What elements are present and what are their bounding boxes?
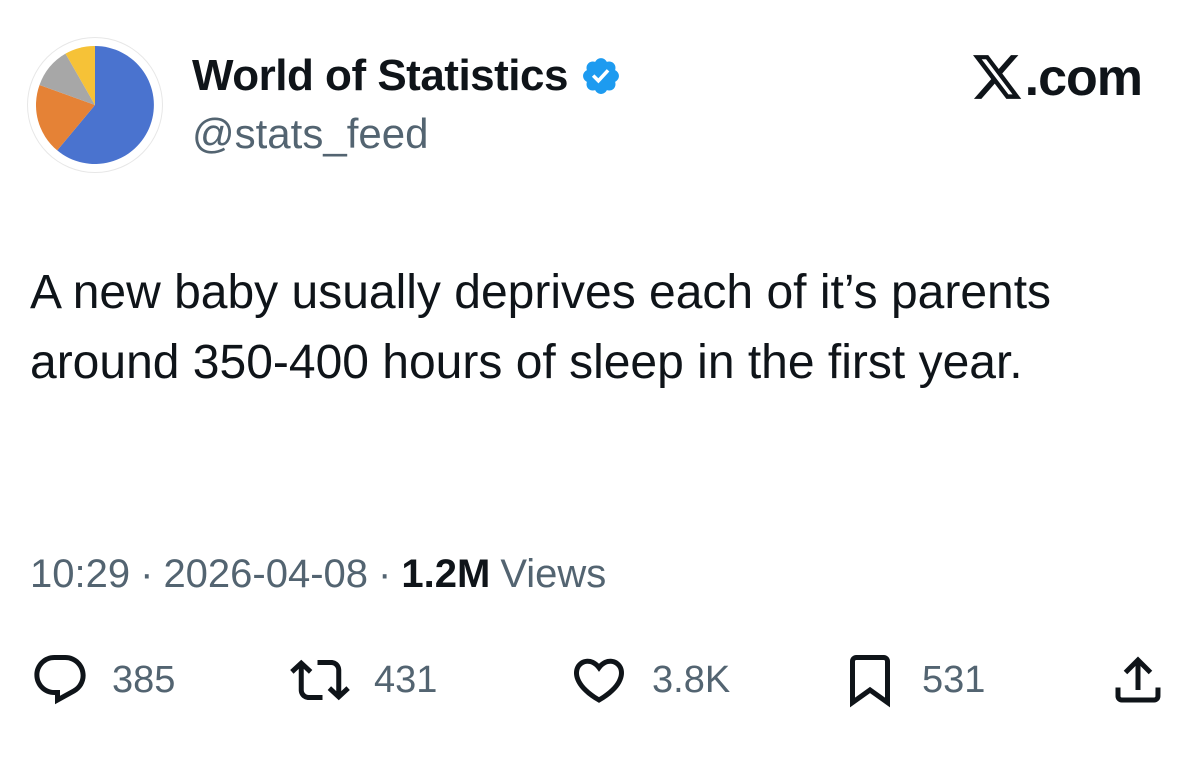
- like-count: 3.8K: [652, 658, 731, 701]
- share-button[interactable]: [1108, 650, 1190, 710]
- reply-icon: [34, 655, 86, 705]
- pie-chart-icon: [36, 46, 154, 164]
- meta-separator: ·: [378, 552, 392, 596]
- reply-button[interactable]: 385: [30, 650, 175, 710]
- tweet-text: A new baby usually deprives each of it’s…: [30, 266, 1052, 389]
- verified-badge-icon: [583, 58, 619, 94]
- bookmark-icon: [850, 655, 890, 708]
- repost-icon: [290, 659, 350, 701]
- author-handle[interactable]: @stats_feed: [192, 110, 428, 158]
- bookmark-button[interactable]: 531: [840, 650, 985, 710]
- action-bar: 385 431 3.8K 531: [0, 640, 1200, 720]
- views-label: Views: [500, 552, 607, 596]
- bookmark-count: 531: [922, 658, 986, 701]
- share-icon: [1115, 656, 1161, 703]
- author-name[interactable]: World of Statistics: [192, 51, 568, 101]
- tweet-time[interactable]: 10:29: [30, 552, 130, 597]
- heart-icon: [573, 658, 625, 703]
- brand-label: .com: [1024, 49, 1143, 107]
- repost-button[interactable]: 431: [288, 650, 437, 710]
- avatar[interactable]: [28, 38, 162, 172]
- like-button[interactable]: 3.8K: [568, 650, 730, 710]
- views-count: 1.2M: [401, 552, 491, 596]
- repost-count: 431: [374, 658, 438, 701]
- brand-logo: .com: [972, 48, 1143, 108]
- tweet-date[interactable]: 2026-04-08: [163, 552, 368, 597]
- tweet-meta: 10:29 · 2026-04-08 · 1.2M Views: [30, 552, 606, 597]
- author-name-row: World of Statistics: [192, 48, 622, 104]
- reply-count: 385: [112, 658, 176, 701]
- meta-separator: ·: [140, 552, 154, 596]
- x-logo-icon: [972, 55, 1021, 99]
